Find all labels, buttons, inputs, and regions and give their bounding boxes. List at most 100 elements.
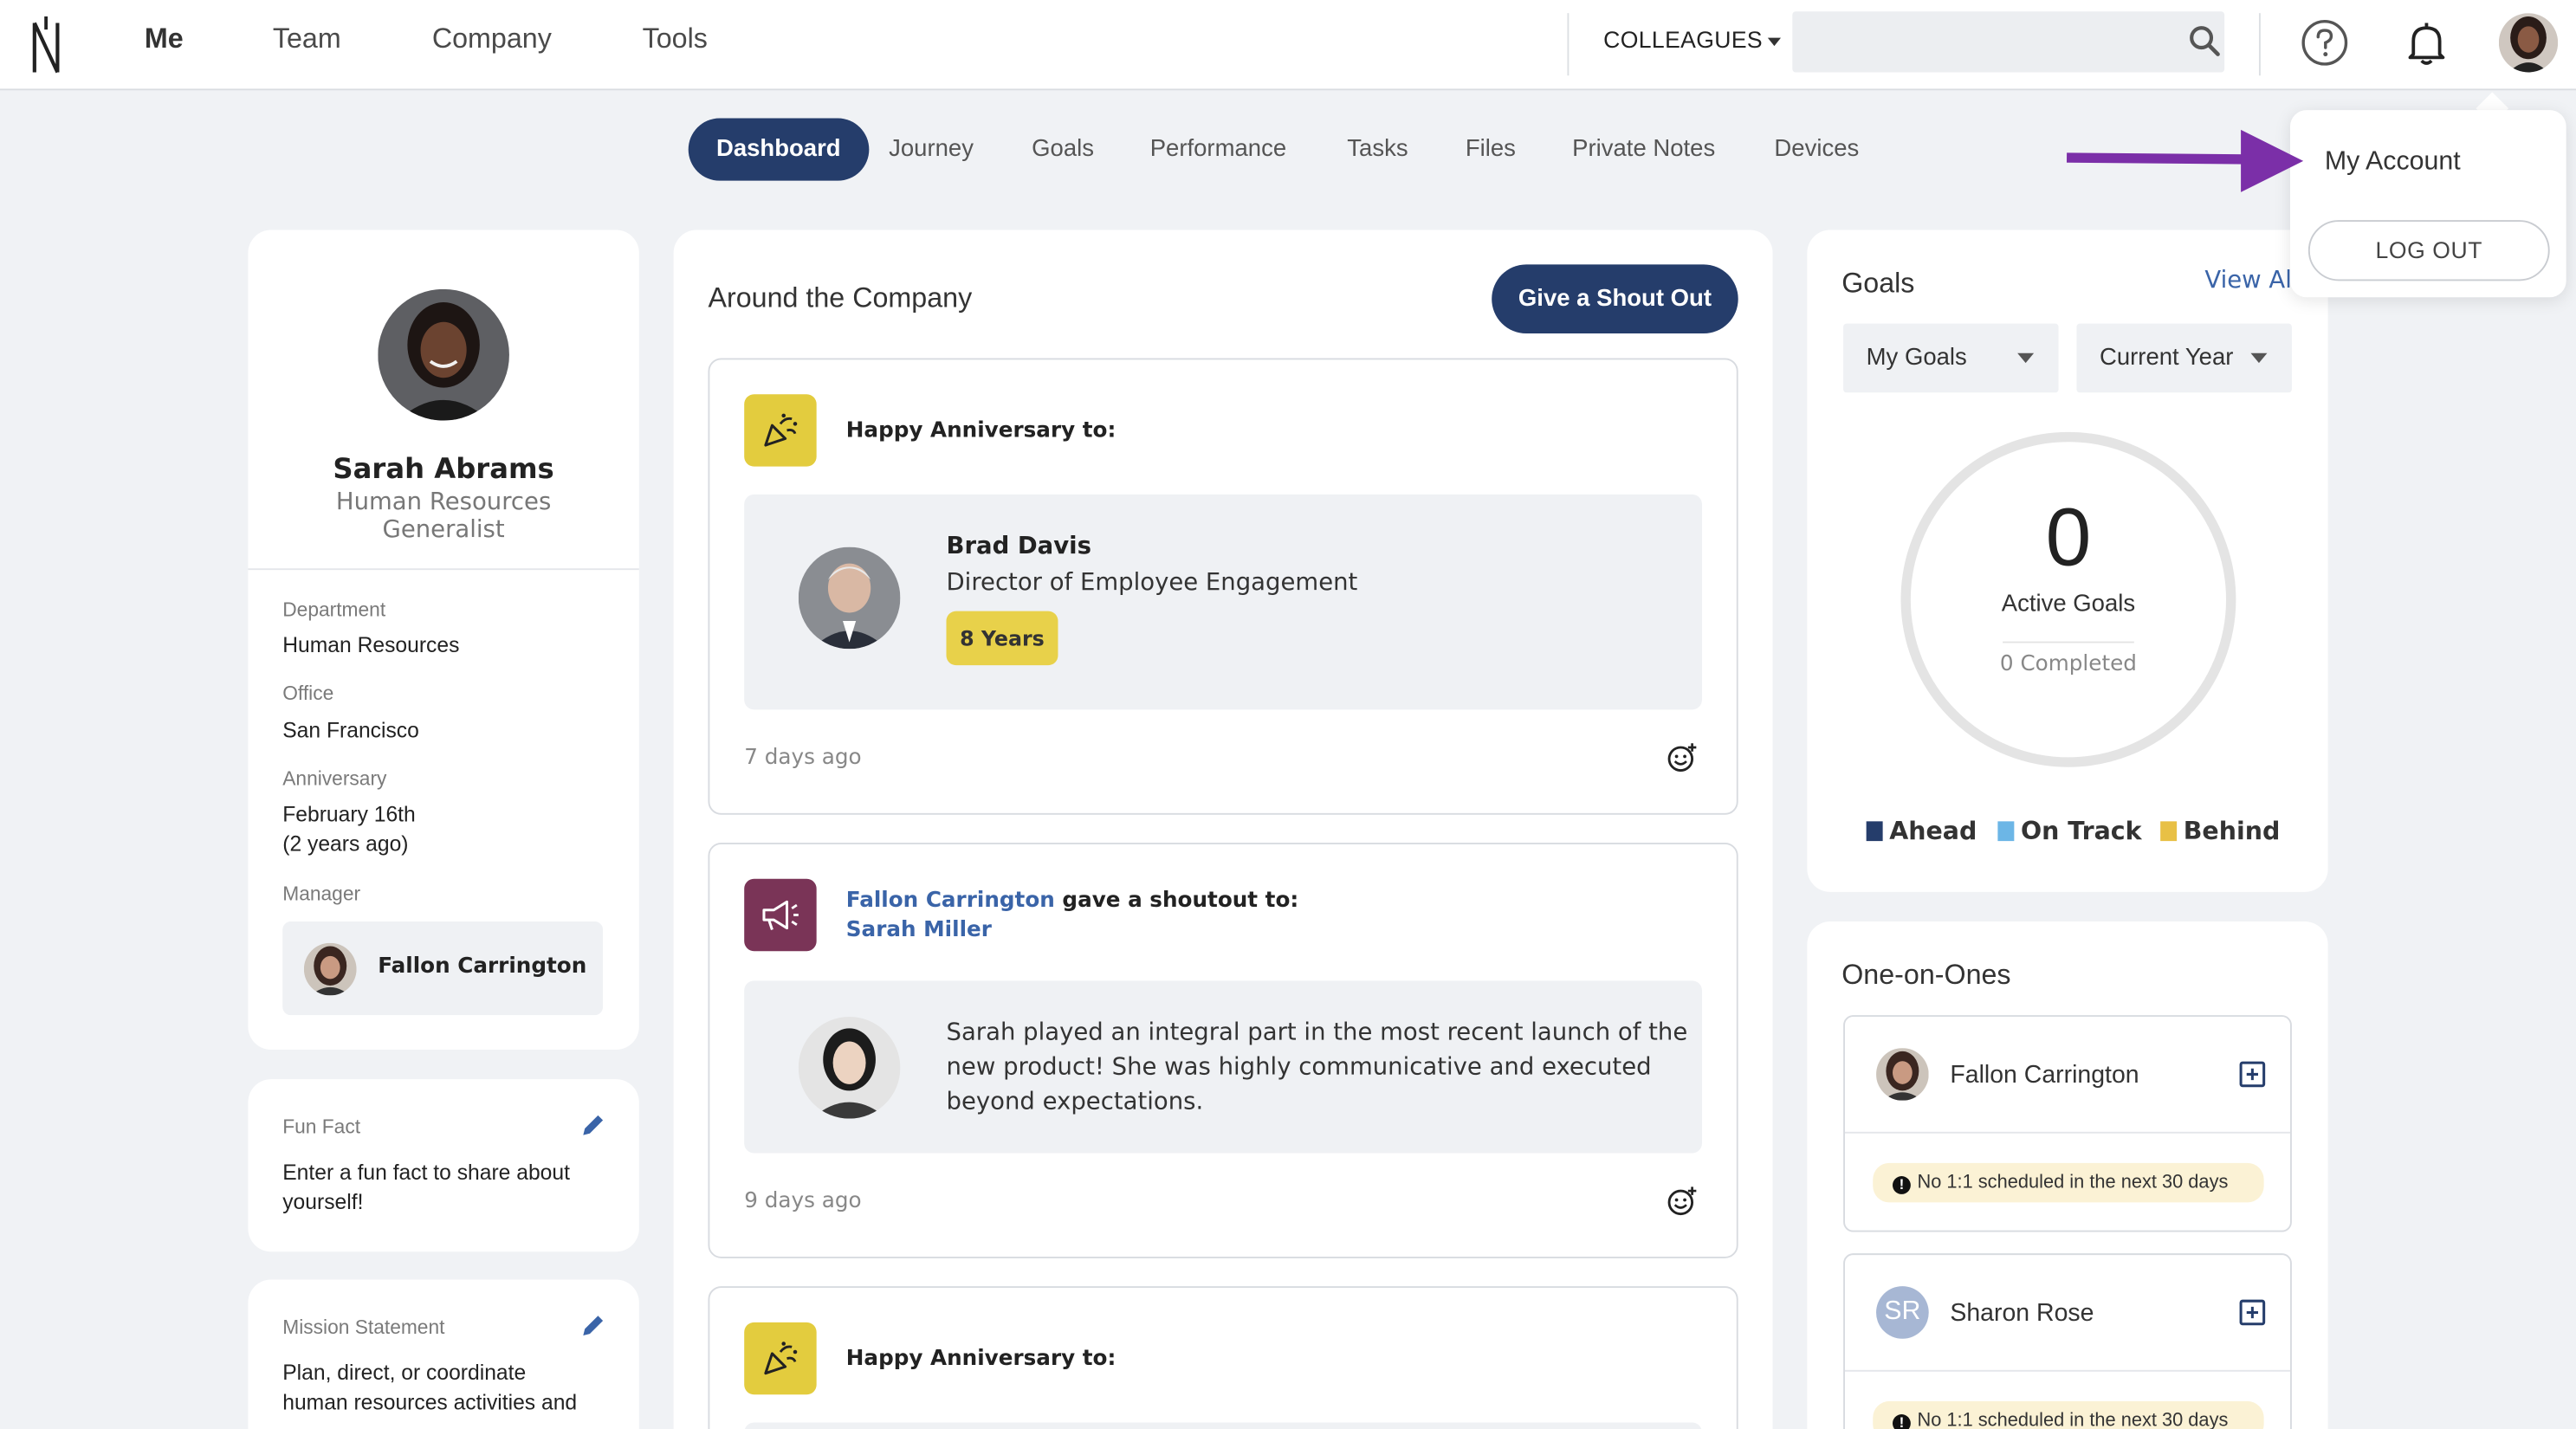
one-on-one-item: SR Sharon Rose ! No 1:1 scheduled in the … — [1843, 1253, 2292, 1429]
manager-label: Manager — [282, 882, 361, 906]
anniversary-time: 7 days ago — [744, 746, 862, 771]
fun-fact-line2: yourself! — [282, 1189, 364, 1214]
nav-tools[interactable]: Tools — [643, 23, 708, 56]
search-icon[interactable] — [2188, 24, 2221, 57]
goals-period-dropdown[interactable]: Current Year — [2076, 323, 2292, 393]
nav-company[interactable]: Company — [432, 23, 552, 56]
goals-title: Goals — [1841, 268, 1915, 300]
caret-down-icon — [2250, 352, 2268, 364]
legend-swatch — [2160, 821, 2178, 842]
profile-card: Sarah Abrams Human Resources Generalist … — [248, 230, 639, 1050]
anniversary-value: February 16th — [282, 801, 416, 827]
divider — [1567, 13, 1570, 76]
my-account-link[interactable]: My Account — [2325, 148, 2461, 178]
profile-name: Sarah Abrams — [333, 453, 554, 487]
anniversary-heading: Happy Anniversary to: — [845, 1347, 1116, 1372]
anniversary-details — [744, 1422, 1702, 1429]
fun-fact-card: Fun Fact Enter a fun fact to share about… — [248, 1079, 639, 1252]
divider — [248, 568, 639, 571]
shoutout-giver-link[interactable]: Fallon Carrington — [846, 889, 1055, 913]
give-shout-out-button[interactable]: Give a Shout Out — [1492, 264, 1738, 334]
nav-me[interactable]: Me — [145, 23, 184, 56]
shoutout-message-line1: Sarah played an integral part in the mos… — [946, 1019, 1688, 1047]
profile-photo — [378, 288, 509, 421]
mission-statement-card: Mission Statement Plan, direct, or coord… — [248, 1279, 639, 1429]
tab-files[interactable]: Files — [1438, 119, 1544, 181]
add-one-on-one-icon[interactable] — [2239, 1299, 2266, 1326]
one-on-one-name: Sharon Rose — [1950, 1299, 2094, 1328]
no-meeting-warning: ! No 1:1 scheduled in the next 30 days — [1873, 1400, 2264, 1429]
goals-owner-value: My Goals — [1866, 345, 1967, 372]
info-icon: ! — [1892, 1176, 1911, 1194]
legend-behind: Behind — [2160, 817, 2280, 846]
tab-devices[interactable]: Devices — [1746, 119, 1887, 181]
goals-owner-dropdown[interactable]: My Goals — [1843, 323, 2059, 393]
shoutout-time: 9 days ago — [744, 1189, 862, 1214]
office-label: Office — [282, 682, 334, 705]
divider — [1844, 1131, 2290, 1134]
user-avatar[interactable] — [2498, 13, 2559, 73]
add-reaction-icon[interactable] — [1666, 740, 1699, 773]
sharon-initials-avatar: SR — [1876, 1286, 1929, 1339]
shoutout-message-line3: beyond expectations. — [946, 1089, 1204, 1115]
manager-chip[interactable]: Fallon Carrington — [282, 921, 604, 1016]
nav-team[interactable]: Team — [273, 23, 341, 56]
anniversary-ago: (2 years ago) — [282, 831, 409, 857]
manager-name: Fallon Carrington — [378, 954, 587, 980]
warning-text: No 1:1 scheduled in the next 30 days — [1917, 1173, 2229, 1193]
divider — [2258, 13, 2261, 76]
one-on-ones-title: One-on-Ones — [1841, 959, 2011, 991]
shoutout-message-box: Sarah played an integral part in the mos… — [744, 980, 1702, 1154]
legend-swatch — [1997, 821, 2015, 842]
party-popper-icon — [744, 1322, 817, 1395]
pencil-icon[interactable] — [580, 1112, 606, 1138]
pencil-icon[interactable] — [580, 1312, 606, 1338]
tab-tasks[interactable]: Tasks — [1319, 119, 1436, 181]
department-value: Human Resources — [282, 632, 460, 657]
fun-fact-line1: Enter a fun fact to share about — [282, 1160, 570, 1185]
shoutout-message-line2: new product! She was highly communicativ… — [946, 1054, 1652, 1082]
caret-down-icon — [1767, 37, 1781, 46]
annotation-arrow-icon — [2066, 129, 2304, 192]
legend-label: Ahead — [1889, 816, 1977, 846]
mission-line2: human resources activities and — [282, 1389, 578, 1415]
tab-goals[interactable]: Goals — [1004, 119, 1122, 181]
mission-label: Mission Statement — [282, 1316, 445, 1339]
tab-journey[interactable]: Journey — [861, 119, 1001, 181]
help-icon[interactable] — [2297, 15, 2353, 70]
fallon-avatar — [1876, 1048, 1929, 1101]
legend-on-track: On Track — [1997, 817, 2142, 846]
one-on-one-name: Fallon Carrington — [1950, 1061, 2139, 1090]
add-one-on-one-icon[interactable] — [2239, 1061, 2266, 1088]
goals-card: Goals View All My Goals Current Year 0 A… — [1807, 230, 2328, 892]
active-goals-count: 0 — [2045, 491, 2092, 584]
info-icon: ! — [1892, 1414, 1911, 1429]
tab-private-notes[interactable]: Private Notes — [1544, 119, 1744, 181]
bell-icon[interactable] — [2398, 15, 2454, 70]
fun-fact-label: Fun Fact — [282, 1115, 361, 1139]
brad-davis-photo — [798, 546, 901, 650]
legend-label: Behind — [2183, 816, 2281, 846]
colleagues-dropdown[interactable]: COLLEAGUES — [1603, 26, 1781, 53]
warning-text: No 1:1 scheduled in the next 30 days — [1917, 1411, 2229, 1429]
anniversary-heading: Happy Anniversary to: — [845, 418, 1116, 444]
sarah-miller-photo — [798, 1017, 901, 1119]
search-input[interactable] — [1792, 11, 2225, 73]
tab-dashboard[interactable]: Dashboard — [688, 118, 869, 181]
megaphone-icon — [744, 878, 817, 952]
profile-title-line1: Human Resources — [335, 489, 552, 516]
log-out-button[interactable]: LOG OUT — [2307, 220, 2550, 281]
tab-performance[interactable]: Performance — [1122, 119, 1314, 181]
feed-item-shoutout: Fallon Carrington gave a shoutout to: Sa… — [708, 843, 1738, 1258]
anniversary-details: Brad Davis Director of Employee Engageme… — [744, 494, 1702, 710]
add-reaction-icon[interactable] — [1666, 1185, 1699, 1218]
top-navigation-bar: Me Team Company Tools COLLEAGUES — [0, 0, 2576, 91]
view-all-link[interactable]: View All — [2204, 268, 2298, 294]
feed-item-anniversary: Happy Anniversary to: Brad Davis Directo… — [708, 358, 1738, 815]
goals-period-value: Current Year — [2099, 345, 2234, 372]
profile-title-line2: Generalist — [382, 517, 505, 544]
years-badge: 8 Years — [946, 611, 1058, 666]
company-logo[interactable] — [23, 10, 69, 79]
feed-item-anniversary: Happy Anniversary to: — [708, 1286, 1738, 1429]
shoutout-receiver-link[interactable]: Sarah Miller — [846, 918, 992, 942]
